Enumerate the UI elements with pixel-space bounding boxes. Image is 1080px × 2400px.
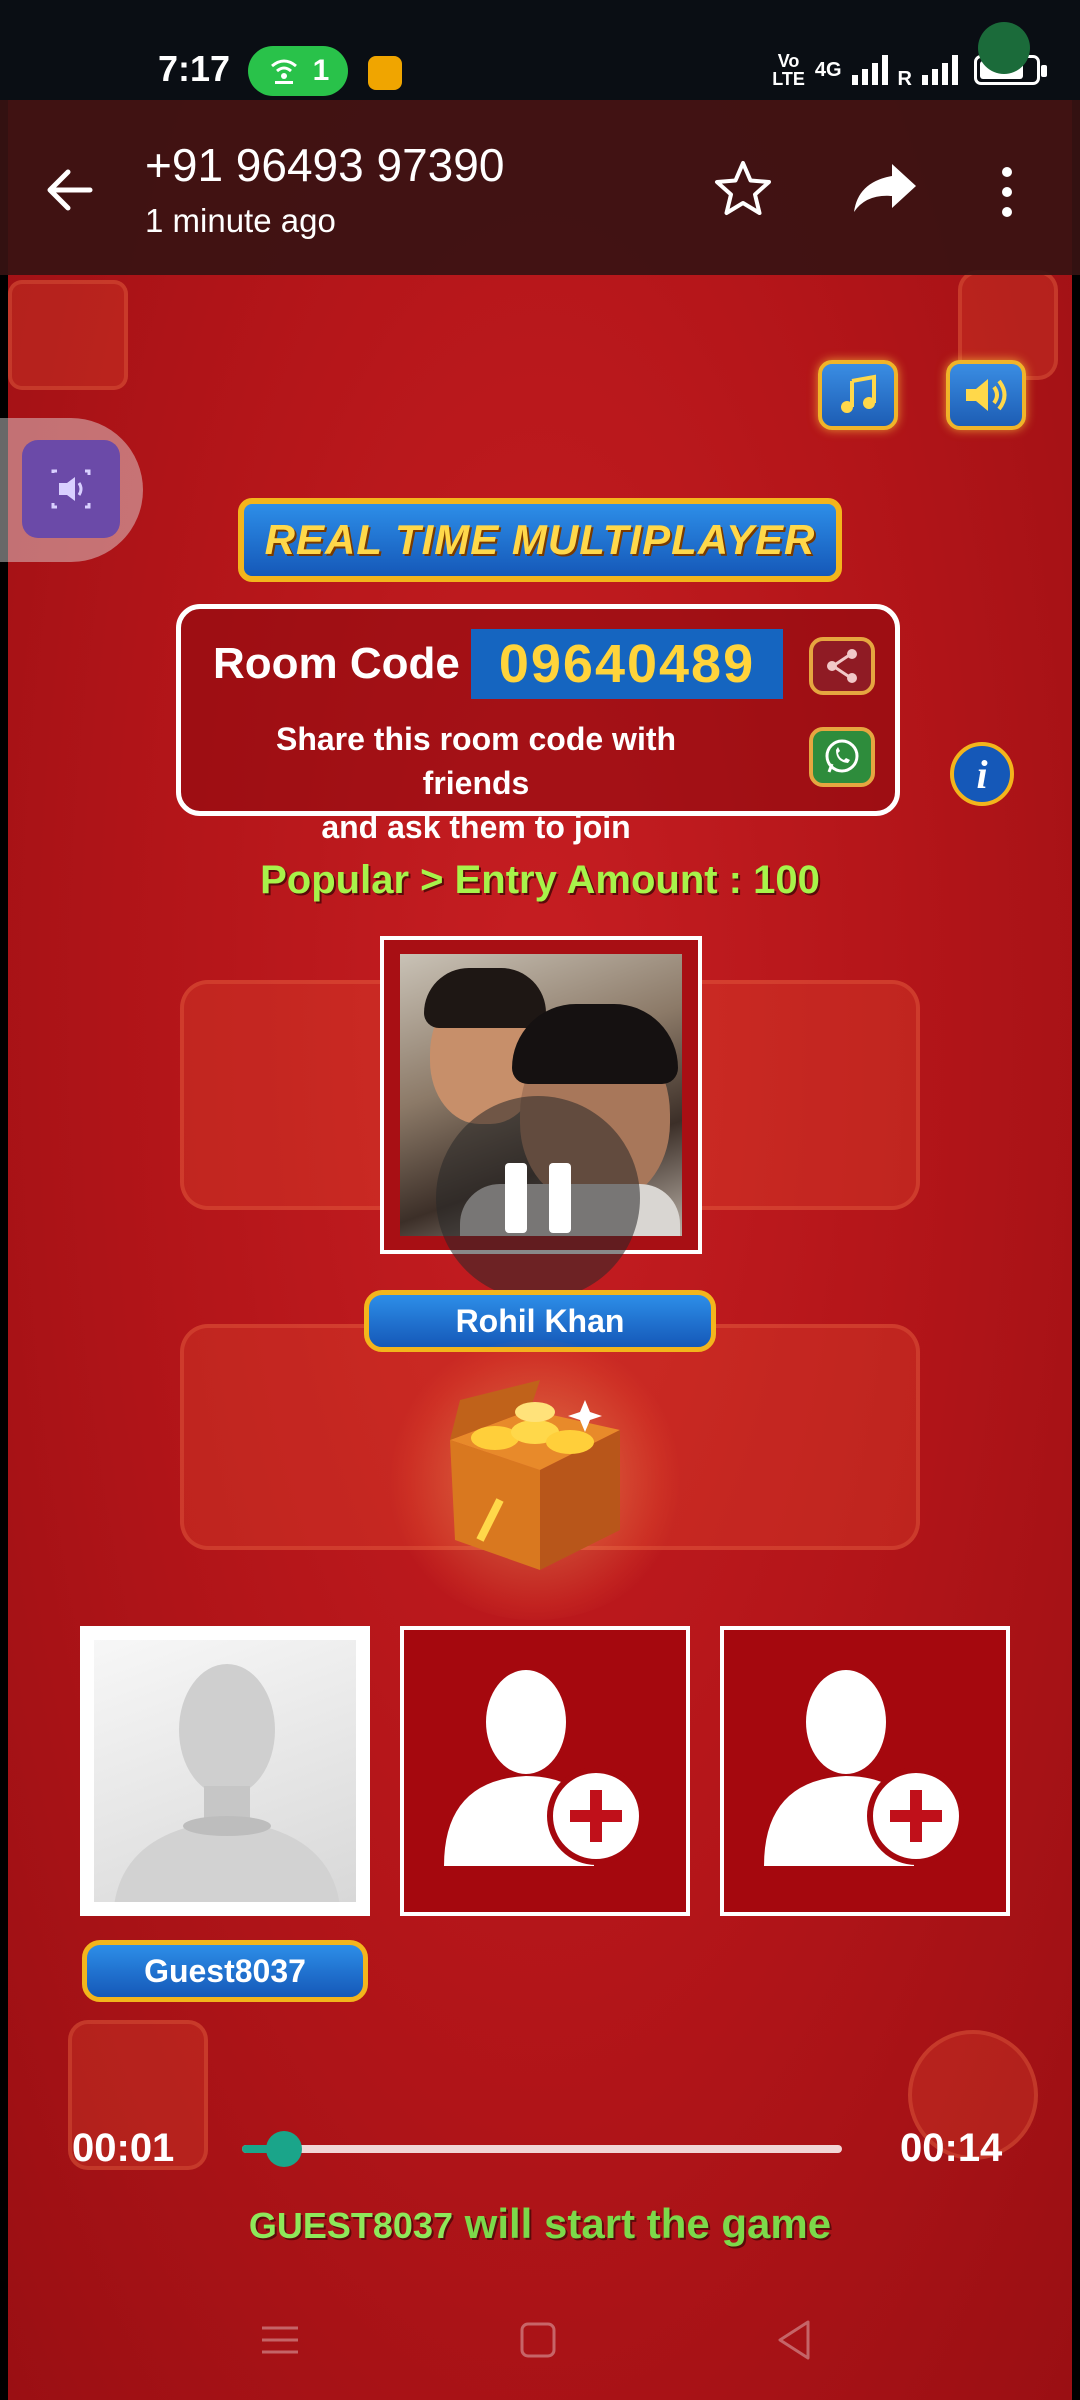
hotspot-count: 1 [312, 54, 330, 87]
star-icon[interactable] [712, 158, 774, 220]
guest-avatar-placeholder [94, 1640, 356, 1902]
home-icon[interactable] [508, 2310, 568, 2370]
add-player-icon [764, 1670, 965, 1866]
hotspot-icon [270, 59, 297, 84]
guest-slot [80, 1626, 370, 1916]
back-nav-icon[interactable] [764, 2310, 824, 2370]
sound-button[interactable] [946, 360, 1026, 430]
game-mode-banner: REAL TIME MULTIPLAYER [238, 498, 842, 582]
status-time: 7:17 [158, 48, 231, 89]
seek-thumb[interactable] [266, 2131, 302, 2167]
status-bar: 7:17 1 Vo LTE 4G R [0, 0, 1080, 100]
volume-toggle-button[interactable] [22, 440, 120, 538]
mic-in-use-icon [978, 22, 1030, 74]
volume-icon [51, 469, 91, 509]
recents-menu-icon[interactable] [250, 2310, 310, 2370]
bg-left-promo [8, 280, 128, 390]
treasure-chest-icon [450, 1380, 620, 1570]
hotspot-indicator: 1 [248, 46, 348, 96]
signal-icon-2 [922, 55, 958, 85]
speaker-icon [966, 379, 1007, 411]
whatsapp-icon [825, 739, 859, 773]
room-share-hint: Share this room code with friends and as… [275, 721, 677, 845]
flashlight-icon [368, 56, 402, 90]
music-note-icon [841, 374, 876, 413]
share-button[interactable] [809, 637, 875, 695]
volte-label: Vo LTE [772, 51, 805, 89]
current-time: 00:01 [72, 2126, 175, 2170]
forward-icon[interactable] [852, 160, 918, 216]
entry-amount-label: Popular > Entry Amount : 100 [260, 858, 820, 902]
share-icon [827, 649, 857, 683]
room-code-label: Room Code : [213, 639, 487, 688]
info-button[interactable]: i [950, 742, 1014, 806]
pause-button[interactable] [436, 1096, 640, 1300]
back-arrow-icon[interactable] [40, 160, 100, 220]
system-nav-bar [0, 2280, 1080, 2400]
invite-slot-2[interactable] [400, 1626, 690, 1916]
seek-bar[interactable] [242, 2131, 842, 2167]
total-time: 00:14 [900, 2126, 1003, 2170]
media-viewer-header: +91 96493 97390 1 minute ago [0, 100, 1080, 275]
default-avatar-icon [114, 1664, 340, 1902]
add-player-icon [444, 1670, 645, 1866]
pause-icon [505, 1163, 527, 1233]
start-game-text: will start the game [464, 2200, 832, 2247]
signal-icon-1 [851, 55, 888, 85]
room-code-panel: Room Code : 09640489 Share this room cod… [176, 604, 900, 845]
start-player-name: GUEST8037 [248, 2205, 453, 2246]
music-button[interactable] [818, 360, 898, 430]
network-type: 4G [814, 59, 842, 81]
more-vert-icon[interactable] [996, 164, 1018, 220]
sent-time: 1 minute ago [145, 202, 336, 239]
guest-name-label: Guest8037 [82, 1940, 368, 2002]
roaming-label: R [897, 68, 912, 90]
whatsapp-share-button[interactable] [809, 727, 875, 787]
floating-volume-control[interactable] [0, 418, 143, 562]
invite-slot-3[interactable] [720, 1626, 1010, 1916]
sender-phone: +91 96493 97390 [145, 139, 505, 191]
room-code-value: 09640489 [471, 629, 783, 699]
start-game-message: GUEST8037 will start the game [0, 2200, 1080, 2248]
